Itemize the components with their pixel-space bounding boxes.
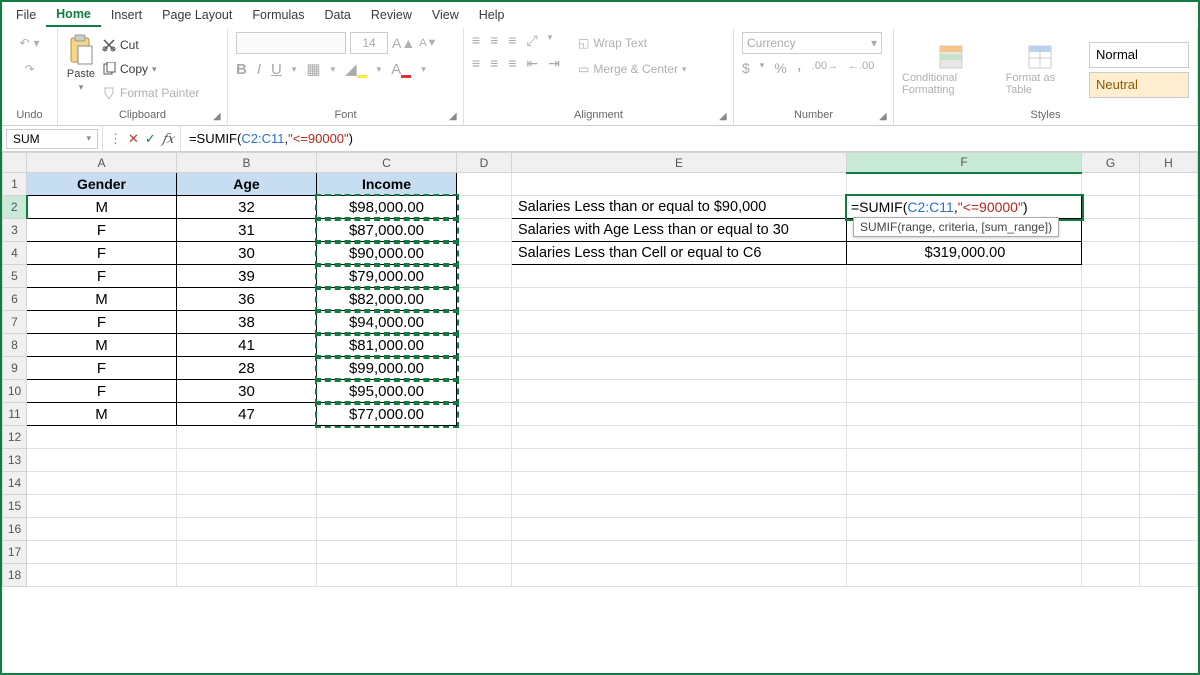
- menu-bar: File Home Insert Page Layout Formulas Da…: [2, 2, 1198, 28]
- align-bottom-icon[interactable]: ≡: [508, 32, 516, 49]
- font-name-combo[interactable]: [236, 32, 346, 54]
- worksheet[interactable]: A B C D E F G H 1 Gender Age Income 2 M …: [2, 152, 1198, 587]
- copy-button[interactable]: Copy ▾: [102, 58, 199, 80]
- label-cell[interactable]: Salaries with Age Less than or equal to …: [512, 219, 847, 242]
- col-header-h[interactable]: H: [1140, 153, 1198, 173]
- group-label-clipboard: Clipboard: [66, 107, 219, 125]
- menu-formulas[interactable]: Formulas: [242, 4, 314, 26]
- menu-review[interactable]: Review: [361, 4, 422, 26]
- table-cell[interactable]: F: [27, 219, 177, 242]
- wrap-text-button[interactable]: ◱Wrap Text: [578, 32, 687, 54]
- alignment-launcher-icon[interactable]: ◢: [719, 111, 731, 123]
- group-label-font: Font: [236, 107, 455, 125]
- increase-indent-icon[interactable]: ⇥: [548, 55, 560, 72]
- fx-icon[interactable]: 𝑓𝑥: [162, 131, 174, 147]
- enter-formula-icon[interactable]: ✓: [145, 131, 156, 147]
- borders-button[interactable]: ▦: [306, 60, 320, 78]
- align-right-icon[interactable]: ≡: [508, 55, 516, 72]
- clipboard-launcher-icon[interactable]: ◢: [213, 111, 225, 123]
- value-cell[interactable]: SUMIF(range, criteria, [sum_range]): [847, 219, 1082, 242]
- group-label-undo: Undo: [10, 107, 49, 125]
- label-cell[interactable]: Salaries Less than or equal to $90,000: [512, 196, 847, 219]
- font-color-button[interactable]: A: [391, 61, 411, 78]
- percent-format-icon[interactable]: %: [774, 60, 786, 76]
- font-size-combo[interactable]: 14: [350, 32, 388, 54]
- table-cell[interactable]: $90,000.00: [317, 242, 457, 265]
- align-top-icon[interactable]: ≡: [472, 32, 480, 49]
- col-header-c[interactable]: C: [317, 153, 457, 173]
- decrease-font-icon[interactable]: A▼: [419, 37, 437, 49]
- value-cell[interactable]: $319,000.00: [847, 242, 1082, 265]
- undo-button[interactable]: ↶ ▾: [19, 32, 39, 54]
- menu-view[interactable]: View: [422, 4, 469, 26]
- col-header-e[interactable]: E: [512, 153, 847, 173]
- col-header-b[interactable]: B: [177, 153, 317, 173]
- menu-help[interactable]: Help: [469, 4, 515, 26]
- align-left-icon[interactable]: ≡: [472, 55, 480, 72]
- accounting-format-icon[interactable]: $: [742, 60, 750, 76]
- table-header[interactable]: Age: [177, 173, 317, 196]
- label-cell[interactable]: Salaries Less than Cell or equal to C6: [512, 242, 847, 265]
- row-header[interactable]: 3: [3, 219, 27, 242]
- table-cell[interactable]: 32: [177, 196, 317, 219]
- decrease-decimal-icon[interactable]: ←.00: [848, 60, 874, 76]
- table-header[interactable]: Income: [317, 173, 457, 196]
- italic-button[interactable]: I: [257, 61, 261, 78]
- increase-font-icon[interactable]: A▲: [392, 35, 415, 51]
- menu-insert[interactable]: Insert: [101, 4, 152, 26]
- font-launcher-icon[interactable]: ◢: [449, 111, 461, 123]
- col-header-a[interactable]: A: [27, 153, 177, 173]
- group-label-number: Number: [742, 107, 885, 125]
- decrease-indent-icon[interactable]: ⇤: [527, 55, 539, 72]
- menu-home[interactable]: Home: [46, 3, 101, 27]
- cell-style-normal[interactable]: Normal: [1089, 42, 1189, 68]
- row-header[interactable]: 2: [3, 196, 27, 219]
- function-tooltip: SUMIF(range, criteria, [sum_range]): [853, 217, 1059, 237]
- number-format-combo[interactable]: Currency▾: [742, 32, 882, 54]
- format-as-table-button[interactable]: Format as Table: [1006, 44, 1075, 96]
- number-launcher-icon[interactable]: ◢: [879, 111, 891, 123]
- align-middle-icon[interactable]: ≡: [490, 32, 498, 49]
- menu-page-layout[interactable]: Page Layout: [152, 4, 242, 26]
- increase-decimal-icon[interactable]: .00→: [812, 60, 838, 76]
- group-label-styles: Styles: [902, 107, 1189, 125]
- formula-bar: SUM▾ ⋮ ✕ ✓ 𝑓𝑥 =SUMIF(C2:C11,"<=90000"): [2, 126, 1198, 152]
- row-header[interactable]: 4: [3, 242, 27, 265]
- active-cell-editing[interactable]: =SUMIF(C2:C11,"<=90000"): [847, 196, 1082, 219]
- bold-button[interactable]: B: [236, 61, 247, 78]
- comma-format-icon[interactable]: ,: [797, 60, 802, 76]
- col-header-g[interactable]: G: [1082, 153, 1140, 173]
- menu-file[interactable]: File: [6, 4, 46, 26]
- col-header-d[interactable]: D: [457, 153, 512, 173]
- select-all-corner[interactable]: [3, 153, 27, 173]
- table-cell[interactable]: M: [27, 196, 177, 219]
- merge-center-button[interactable]: ▭Merge & Center ▾: [578, 58, 687, 80]
- table-cell[interactable]: $98,000.00: [317, 196, 457, 219]
- align-center-icon[interactable]: ≡: [490, 55, 498, 72]
- formula-input[interactable]: =SUMIF(C2:C11,"<=90000"): [181, 129, 1198, 149]
- cancel-formula-icon[interactable]: ✕: [128, 131, 139, 147]
- redo-button[interactable]: ↷: [24, 58, 34, 80]
- group-label-alignment: Alignment: [472, 107, 725, 125]
- cut-button[interactable]: Cut: [102, 34, 199, 56]
- table-cell[interactable]: 31: [177, 219, 317, 242]
- underline-button[interactable]: U: [271, 61, 282, 78]
- name-box[interactable]: SUM▾: [6, 129, 98, 149]
- menu-data[interactable]: Data: [314, 4, 360, 26]
- table-cell[interactable]: 30: [177, 242, 317, 265]
- fill-color-button[interactable]: ◢: [345, 60, 367, 78]
- table-cell[interactable]: $87,000.00: [317, 219, 457, 242]
- cell-style-neutral[interactable]: Neutral: [1089, 72, 1189, 98]
- conditional-formatting-button[interactable]: Conditional Formatting: [902, 44, 1000, 96]
- table-header[interactable]: Gender: [27, 173, 177, 196]
- table-cell[interactable]: F: [27, 242, 177, 265]
- format-painter-button[interactable]: Format Painter: [102, 82, 199, 104]
- paste-button[interactable]: Paste ▾: [66, 32, 96, 93]
- ribbon: ↶ ▾ ↷ Undo Paste ▾ Cut Copy ▾: [2, 28, 1198, 126]
- orientation-icon[interactable]: ⤢: [527, 32, 538, 49]
- col-header-f[interactable]: F: [847, 153, 1082, 173]
- row-header[interactable]: 1: [3, 173, 27, 196]
